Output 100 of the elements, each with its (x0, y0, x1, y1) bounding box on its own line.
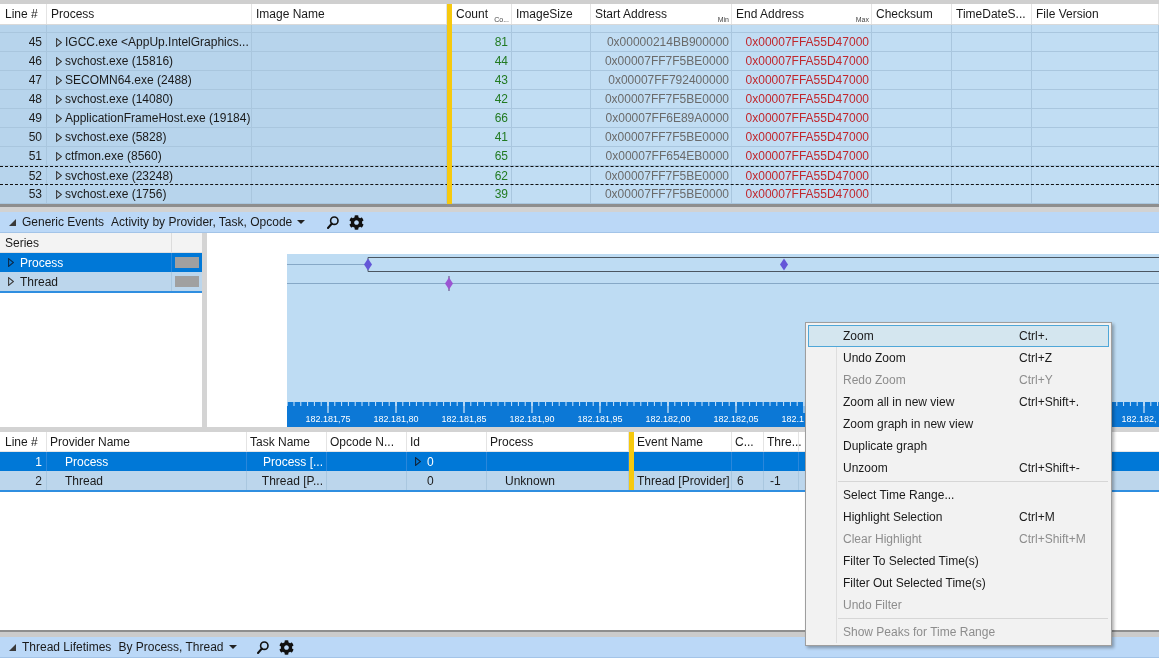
column-header[interactable]: TimeDateS... (952, 4, 1032, 24)
table-row[interactable]: 50 svchost.exe (5828) 41 0x00007FF7F5BE0000 0x00007FFA55D47000 (0, 128, 1159, 147)
table-cell: 53 (0, 185, 47, 203)
search-icon[interactable] (327, 215, 340, 229)
table-row[interactable]: 49 ApplicationFrameHost.exe (19184) 66 0x00007FF6E89A0000 0x00007FFA55D47000 (0, 109, 1159, 128)
column-header[interactable]: Thre... (764, 432, 799, 451)
table-cell: 0x00007FF654EB0000 (591, 147, 732, 165)
table-row[interactable]: 51 ctfmon.exe (8560) 65 0x00007FF654EB0000 0x00007FFA55D47000 (0, 147, 1159, 166)
table-cell: 0x00000214BB900000 (591, 33, 732, 51)
table-cell: 0x00007FFA55D47000 (732, 33, 872, 51)
expand-arrow-icon[interactable] (8, 277, 14, 286)
table-cell: IGCC.exe <AppUp.IntelGraphics... (65, 35, 249, 49)
table-cell: 0x00007FF6E89A0000 (591, 109, 732, 127)
view-preset-dropdown[interactable]: Activity by Provider, Task, Opcode (111, 215, 306, 229)
keyboard-shortcut: Ctrl+Shift+M (1019, 532, 1086, 546)
caret-down-icon (228, 645, 237, 649)
view-preset-dropdown[interactable]: By Process, Thread (118, 640, 237, 654)
series-item[interactable]: Process (0, 253, 202, 272)
table-cell: 0x00007FFA55D47000 (732, 167, 872, 184)
menu-item[interactable]: Zoom graph in new view (808, 413, 1109, 435)
table-cell: 52 (0, 167, 47, 184)
series-item[interactable]: Thread (0, 272, 202, 291)
settings-icon[interactable] (349, 214, 365, 230)
table-cell: 41 (452, 128, 512, 146)
menu-item[interactable]: Filter To Selected Time(s) (808, 550, 1109, 572)
axis-tick-label: 182.181,80 (373, 414, 419, 424)
table-cell: 0x00007FF7F5BE0000 (591, 128, 732, 146)
axis-tick-label: 182.1 (781, 414, 805, 424)
panel-title: Generic Events (22, 215, 105, 229)
column-header[interactable]: Opcode N... (327, 432, 407, 451)
table-cell: 39 (452, 185, 512, 203)
column-header[interactable]: ImageSize (512, 4, 591, 24)
expand-arrow-icon[interactable] (415, 457, 421, 466)
table-cell: 44 (452, 52, 512, 70)
table-cell: 6 (732, 471, 764, 490)
table-cell: 42 (452, 90, 512, 108)
table-cell: 0x00007FF7F5BE0000 (591, 90, 732, 108)
table-cell: svchost.exe (1756) (65, 187, 167, 201)
axis-tick-label: 182.182,00 (645, 414, 691, 424)
column-header[interactable]: Id (407, 432, 487, 451)
table-cell: 49 (0, 109, 47, 127)
table-cell: 0x00007FFA55D47000 (732, 128, 872, 146)
axis-tick-label: 182.181,95 (577, 414, 623, 424)
table-row[interactable]: 53 svchost.exe (1756) 39 0x00007FF7F5BE0000 0x00007FFA55D47000 (0, 185, 1159, 204)
column-header[interactable]: Process (47, 4, 252, 24)
table-row[interactable]: 52 svchost.exe (23248) 62 0x00007FF7F5BE0000 0x00007FFA55D47000 (0, 166, 1159, 185)
table-row[interactable]: 46 svchost.exe (15816) 44 0x00007FF7F5BE0000 0x00007FFA55D47000 (0, 52, 1159, 71)
table-cell: svchost.exe (15816) (65, 54, 174, 68)
table-cell: 45 (0, 33, 47, 51)
table-row[interactable]: 48 svchost.exe (14080) 42 0x00007FF7F5BE0000 0x00007FFA55D47000 (0, 90, 1159, 109)
table-cell: 0x00007FFA55D47000 (732, 185, 872, 203)
table-cell: 48 (0, 90, 47, 108)
table-cell: 0x00007FF792400000 (591, 71, 732, 89)
axis-tick-label: 182.182, (1121, 414, 1157, 424)
caret-down-icon (297, 220, 306, 224)
table-cell: 43 (452, 71, 512, 89)
column-header[interactable]: Checksum (872, 4, 952, 24)
table-cell: 0x00007FFA55D47000 (732, 109, 872, 127)
table-cell: ctfmon.exe (8560) (65, 149, 162, 163)
color-swatch-icon (175, 276, 199, 287)
collapse-icon[interactable] (9, 218, 16, 226)
table-row[interactable]: 45 IGCC.exe <AppUp.IntelGraphics... 81 0x00000214BB900000 0x00007FFA55D47000 (0, 33, 1159, 52)
table-cell: Thread [P... (247, 471, 327, 490)
table-cell: 0x00007FFA55D47000 (732, 90, 872, 108)
table-cell: 62 (452, 167, 512, 184)
table-cell: 0x00007FF7F5BE0000 (591, 52, 732, 70)
menu-item[interactable]: Filter Out Selected Time(s) (808, 572, 1109, 594)
table-cell: 0x00007FF7F5BE0000 (591, 185, 732, 203)
search-icon[interactable] (256, 640, 269, 654)
axis-tick-label: 182.181,85 (441, 414, 487, 424)
table-cell: 50 (0, 128, 47, 146)
table-cell: 2 (0, 471, 47, 490)
panel-title: Thread Lifetimes (22, 640, 112, 654)
column-header[interactable]: Task Name (247, 432, 327, 451)
axis-tick-label: 182.181,75 (305, 414, 351, 424)
table-cell: svchost.exe (23248) (65, 168, 174, 183)
table-cell: 51 (0, 147, 47, 165)
table-cell: 65 (452, 147, 512, 165)
column-header[interactable]: C... (732, 432, 764, 451)
menu-item[interactable]: Highlight Selection Ctrl+M (808, 506, 1109, 528)
expand-arrow-icon[interactable] (8, 258, 14, 267)
table-cell: 0x00007FFA55D47000 (732, 52, 872, 70)
column-header[interactable]: File Version (1032, 4, 1159, 24)
settings-icon[interactable] (278, 639, 294, 655)
table-cell: 0 (427, 454, 434, 469)
table-cell: 47 (0, 71, 47, 89)
table-cell: ApplicationFrameHost.exe (19184) (65, 111, 251, 125)
table-cell: svchost.exe (14080) (65, 92, 174, 106)
column-header[interactable]: Provider Name (47, 432, 247, 451)
column-header[interactable]: Line # (0, 4, 47, 24)
collapse-icon[interactable] (9, 643, 16, 651)
table-cell: Thread (47, 471, 247, 490)
color-swatch-icon (175, 257, 199, 268)
table-cell: 0 (427, 473, 434, 488)
table-cell: 81 (452, 33, 512, 51)
table-row[interactable]: 47 SECOMN64.exe (2488) 43 0x00007FF792400000 0x00007FFA55D47000 (0, 71, 1159, 90)
table-cell: 0x00007FFA55D47000 (732, 147, 872, 165)
column-header[interactable]: Line # (0, 432, 47, 451)
table-cell: 0x00007FF7F5BE0000 (591, 167, 732, 184)
table-cell: -1 (764, 471, 799, 490)
